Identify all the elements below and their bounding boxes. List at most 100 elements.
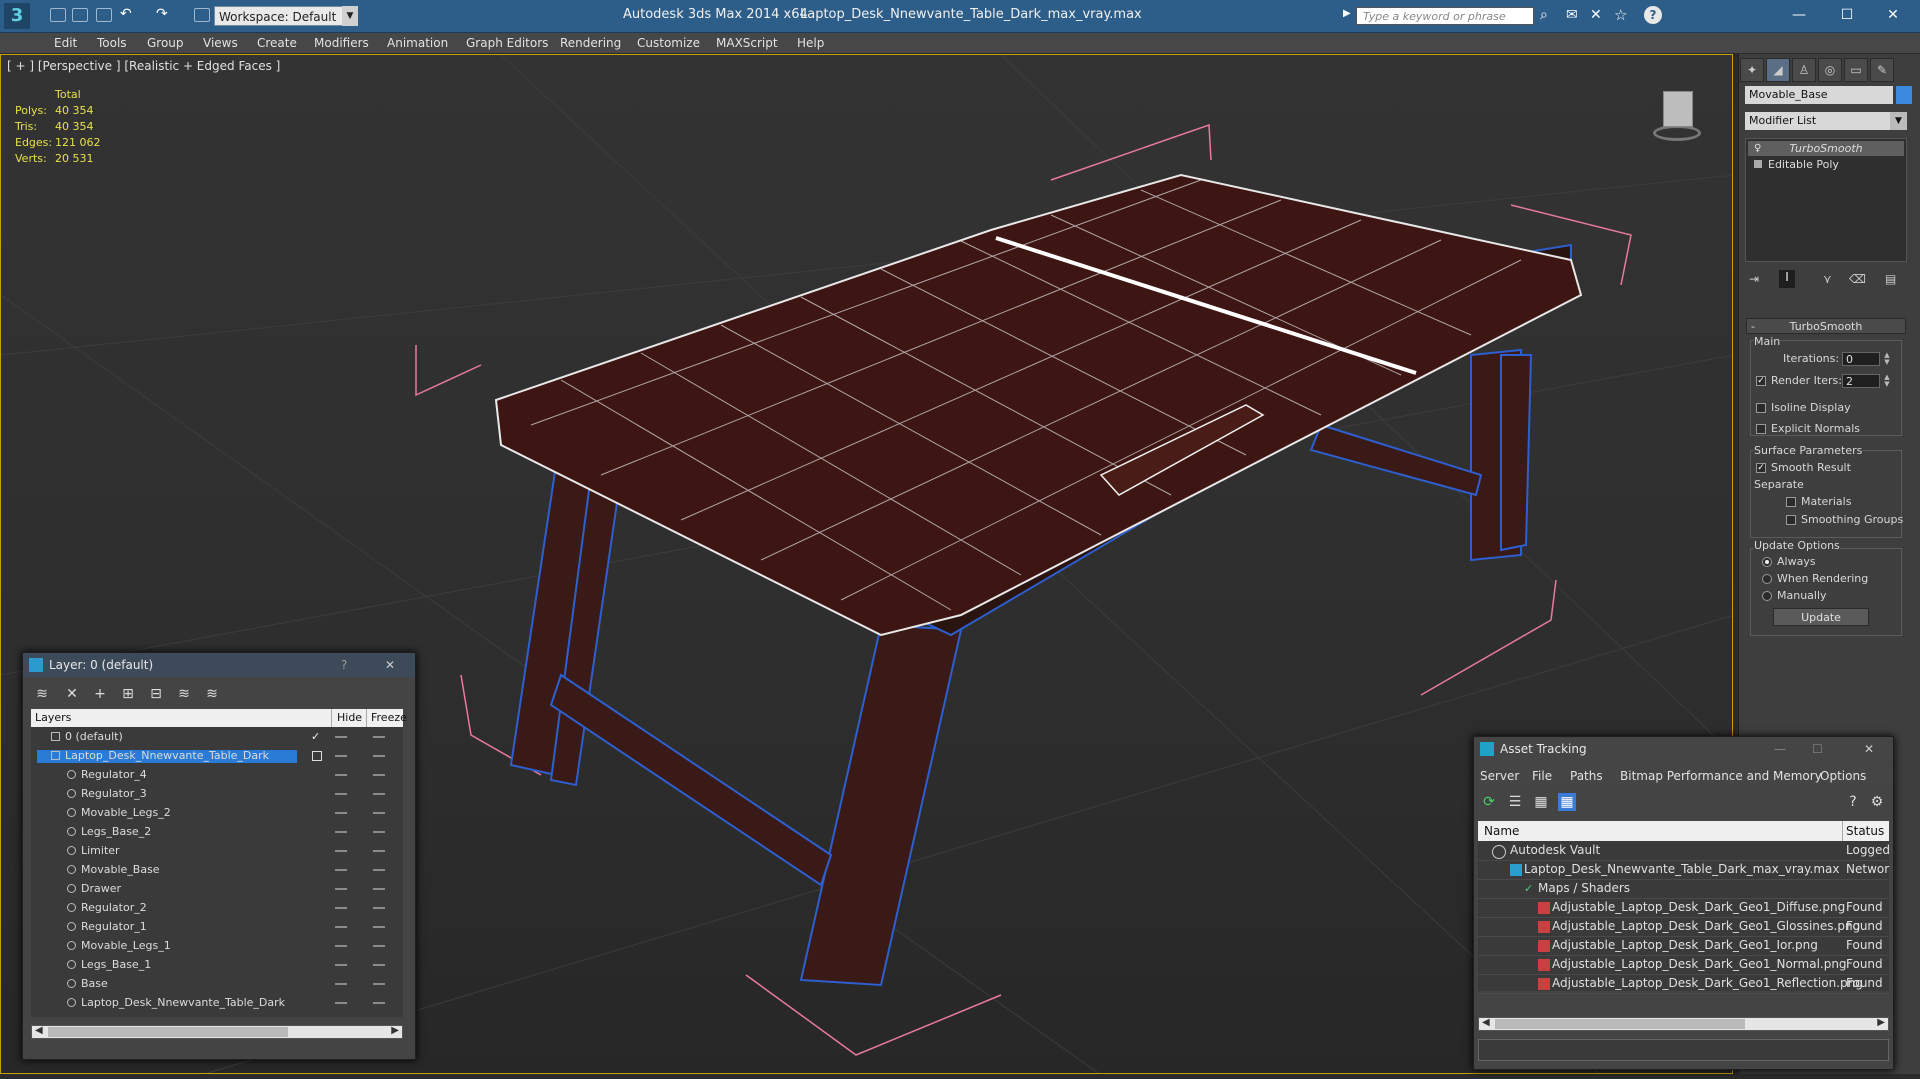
layer-row[interactable]: Regulator_3 [31,784,403,803]
menu-graph-editors[interactable]: Graph Editors [466,36,548,50]
layer-row[interactable]: Movable_Legs_1 [31,936,403,955]
render-iters-checkbox[interactable]: ✓ [1756,376,1766,386]
menu-create[interactable]: Create [257,36,297,50]
menu-rendering[interactable]: Rendering [560,36,621,50]
help-icon[interactable]: ? [1644,6,1662,24]
turbosmooth-rollout-header[interactable]: - TurboSmooth [1746,318,1906,334]
tools-icon[interactable]: ✕ [1590,7,1602,23]
menu-edit[interactable]: Edit [54,36,77,50]
menu-tools[interactable]: Tools [97,36,127,50]
smooth-result-checkbox[interactable]: ✓ [1756,463,1766,473]
iterations-spinner[interactable]: 0 [1842,352,1880,366]
update-button[interactable]: Update [1773,608,1869,626]
scrollbar-thumb[interactable] [1495,1019,1745,1029]
column-layers[interactable]: Layers [35,709,71,727]
menu-maxscript[interactable]: MAXScript [716,36,778,50]
settings-icon[interactable]: ⚙ [1868,793,1886,811]
freeze-all-icon[interactable]: ≋ [203,685,221,703]
layer-row[interactable]: Regulator_4 [31,765,403,784]
asset-tracking-window[interactable]: Asset Tracking — ☐ ✕ Server File Paths B… [1473,736,1894,1070]
modifier-list-dropdown[interactable]: Modifier List [1745,112,1907,130]
always-radio[interactable] [1762,557,1772,567]
asset-row[interactable]: Adjustable_Laptop_Desk_Dark_Geo1_Glossin… [1478,917,1889,937]
asset-row[interactable]: Adjustable_Laptop_Desk_Dark_Geo1_Reflect… [1478,974,1889,994]
layer-row[interactable]: Regulator_2 [31,898,403,917]
scroll-left-icon[interactable]: ◀ [35,1025,43,1036]
smoothing-groups-checkbox[interactable] [1786,515,1796,525]
maximize-icon[interactable]: ☐ [1812,737,1823,761]
table-view-icon[interactable]: ▦ [1532,793,1550,811]
set-current-layer-icon[interactable] [312,751,322,761]
horizontal-scrollbar[interactable]: ◀ ▶ [31,1025,403,1039]
modify-tab-icon[interactable]: ◢ [1766,58,1790,82]
object-color-swatch[interactable] [1896,86,1912,104]
make-unique-icon[interactable]: ⋎ [1823,272,1832,286]
select-objects-icon[interactable]: ⊞ [119,685,137,703]
spinner-arrows-icon[interactable]: ▲ ▼ [1882,374,1892,388]
scrollbar-thumb[interactable] [48,1027,288,1037]
undo-icon[interactable]: ↶ [120,6,132,22]
column-name[interactable]: Name [1484,821,1519,841]
utilities-tab-icon[interactable]: ✎ [1870,58,1894,82]
remove-modifier-icon[interactable]: ⌫ [1849,272,1866,286]
layer-row[interactable]: Legs_Base_1 [31,955,403,974]
layer-row[interactable]: Limiter [31,841,403,860]
close-icon[interactable]: ✕ [1864,737,1874,761]
column-status[interactable]: Status [1846,821,1884,841]
minimize-icon[interactable]: — [1782,4,1816,26]
asset-menu-server[interactable]: Server [1480,769,1519,783]
open-file-icon[interactable] [72,8,88,22]
column-freeze[interactable]: Freeze [371,709,407,727]
layer-manager-window[interactable]: Layer: 0 (default) ? ✕ ≋ ✕ + ⊞ ⊟ ≋ ≋ Lay… [22,652,416,1060]
close-icon[interactable]: ✕ [1876,4,1910,26]
maximize-icon[interactable]: ☐ [1830,4,1864,26]
layer-row[interactable]: Drawer [31,879,403,898]
new-file-icon[interactable] [50,8,66,22]
asset-row[interactable]: Adjustable_Laptop_Desk_Dark_Geo1_Diffuse… [1478,898,1889,918]
list-view-icon[interactable]: ☰ [1506,793,1524,811]
app-logo-icon[interactable]: 3 [4,3,30,29]
menu-help[interactable]: Help [797,36,824,50]
menu-animation[interactable]: Animation [387,36,448,50]
save-file-icon[interactable] [96,8,112,22]
asset-row[interactable]: ✓ Maps / Shaders [1478,879,1889,899]
binoculars-icon[interactable]: ⌕ [1540,7,1548,23]
column-hide[interactable]: Hide [337,709,362,727]
scroll-right-icon[interactable]: ▶ [1877,1017,1885,1028]
motion-tab-icon[interactable]: ◎ [1818,58,1842,82]
layer-row[interactable]: Legs_Base_2 [31,822,403,841]
workspace-dropdown[interactable]: Workspace: Default [214,6,354,26]
hide-all-icon[interactable]: ≋ [175,685,193,703]
explicit-normals-checkbox[interactable] [1756,424,1766,434]
close-icon[interactable]: ✕ [385,653,395,677]
search-arrow-icon[interactable]: ▶ [1343,8,1351,19]
asset-menu-options[interactable]: Options [1820,769,1866,783]
asset-menu-bitmap-performance[interactable]: Bitmap Performance and Memory [1620,769,1822,783]
menu-views[interactable]: Views [203,36,238,50]
horizontal-scrollbar[interactable]: ◀ ▶ [1478,1017,1889,1031]
refresh-icon[interactable]: ⟳ [1480,793,1498,811]
display-tab-icon[interactable]: ▭ [1844,58,1868,82]
scroll-left-icon[interactable]: ◀ [1482,1017,1490,1028]
layer-row[interactable]: Laptop_Desk_Nnewvante_Table_Dark [31,993,403,1012]
layer-row[interactable]: Movable_Legs_2 [31,803,403,822]
layer-row[interactable]: Movable_Base [31,860,403,879]
chevron-down-icon[interactable]: ▼ [342,6,358,26]
asset-menu-paths[interactable]: Paths [1570,769,1603,783]
layer-window-titlebar[interactable]: Layer: 0 (default) ? ✕ [23,653,415,677]
asset-row[interactable]: Adjustable_Laptop_Desk_Dark_Geo1_Normal.… [1478,955,1889,975]
highlight-layer-icon[interactable]: ⊟ [147,685,165,703]
redo-icon[interactable]: ↷ [156,6,168,22]
stack-item-editable-poly[interactable]: Editable Poly [1748,157,1904,172]
stack-item-turbosmooth[interactable]: ♀ TurboSmooth [1748,141,1904,156]
communication-icon[interactable]: ✉ [1566,7,1578,23]
favorites-star-icon[interactable]: ☆ [1614,6,1627,24]
expand-icon[interactable] [1754,160,1762,168]
menu-customize[interactable]: Customize [637,36,700,50]
layer-row[interactable]: Base [31,974,403,993]
asset-row[interactable]: Laptop_Desk_Nnewvante_Table_Dark_max_vra… [1478,860,1889,880]
isoline-display-checkbox[interactable] [1756,403,1766,413]
object-name-field[interactable]: Movable_Base [1745,86,1893,104]
grid-view-icon[interactable]: ▦ [1558,793,1576,811]
help-icon[interactable]: ? [1844,793,1862,811]
